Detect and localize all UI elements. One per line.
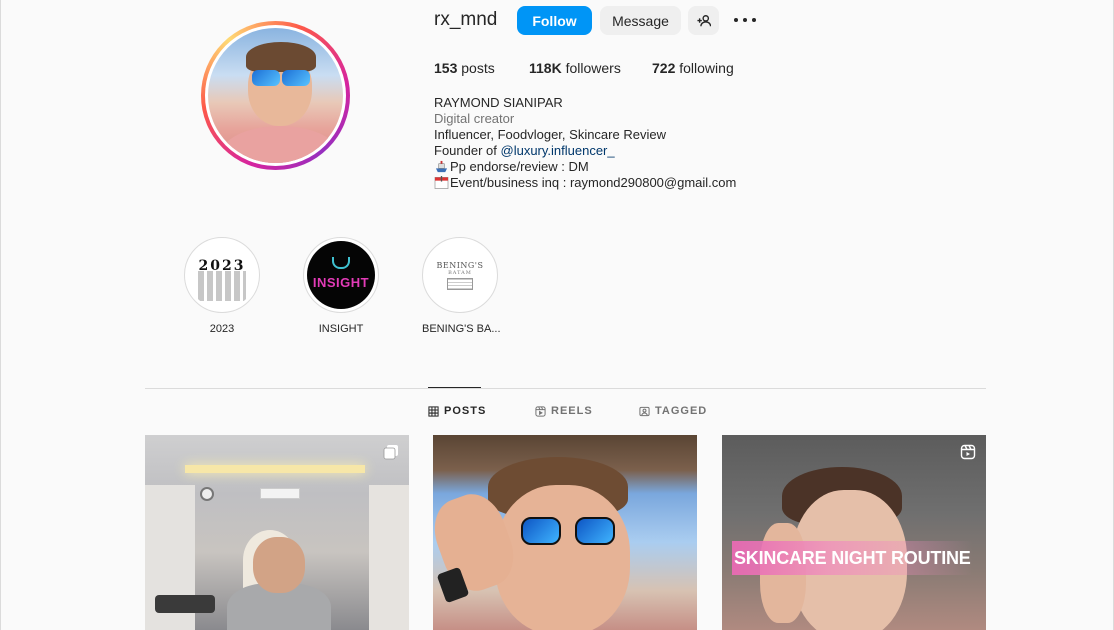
following-count-label: following <box>679 60 734 76</box>
active-tab-indicator <box>428 387 481 388</box>
tab-label: TAGGED <box>655 405 708 417</box>
bio-line: Influencer, Foodvloger, Skincare Review <box>434 127 666 142</box>
grid-icon <box>428 405 439 417</box>
highlight-cover-subtext: BATAM <box>448 269 472 276</box>
carousel-icon <box>383 445 398 460</box>
highlight-cover: INSIGHT <box>307 241 375 309</box>
bio-founder-line: Founder of @luxury.influencer_ <box>434 143 736 159</box>
highlight-cover-text: INSIGHT <box>312 274 370 290</box>
founder-prefix: Founder of <box>434 143 501 158</box>
bio-line: Event/business inq : raymond290800@gmail… <box>434 175 736 191</box>
calendar-grid-graphic <box>198 271 246 301</box>
calendar-emoji-icon <box>434 176 449 189</box>
more-options-button[interactable] <box>734 11 756 29</box>
cocktail-glass-icon <box>332 256 350 269</box>
highlight-ring: 2023 <box>184 237 260 313</box>
bio-line: Pp endorse/review : DM <box>434 159 736 175</box>
tab-posts[interactable]: POSTS <box>428 405 486 417</box>
highlight-ring: BENING'S BATAM <box>422 237 498 313</box>
tab-label: POSTS <box>444 405 487 417</box>
highlight-ring: INSIGHT <box>303 237 379 313</box>
reel-thumbnail[interactable]: SKINCARE NIGHT ROUTINE <box>722 435 986 630</box>
avatar-inner <box>205 25 346 166</box>
tab-label: REELS <box>551 405 593 417</box>
bio-endorse-text: Pp endorse/review : DM <box>450 159 589 174</box>
highlight-benings[interactable]: BENING'S BATAM BENING'S BA... <box>422 237 501 335</box>
highlight-2023[interactable]: 2023 2023 <box>184 237 260 335</box>
follow-button[interactable]: Follow <box>517 6 592 35</box>
profile-avatar[interactable] <box>201 21 350 170</box>
more-dot-icon <box>752 18 756 22</box>
followers-count-value: 118K <box>529 60 562 76</box>
highlight-label: INSIGHT <box>318 323 364 335</box>
post-thumbnail[interactable] <box>145 435 409 630</box>
highlight-insight[interactable]: INSIGHT INSIGHT <box>303 237 379 335</box>
message-button[interactable]: Message <box>600 6 681 35</box>
profile-full-name: RAYMOND SIANIPAR <box>434 95 563 110</box>
suggest-user-button[interactable] <box>688 6 719 35</box>
posts-count-label: posts <box>461 60 495 76</box>
profile-bio: RAYMOND SIANIPAR Digital creator Influen… <box>434 95 736 191</box>
more-dot-icon <box>743 18 747 22</box>
more-dot-icon <box>734 18 738 22</box>
highlight-label: 2023 <box>209 323 235 335</box>
tab-reels[interactable]: REELS <box>535 405 593 417</box>
followers-link[interactable]: 118K followers <box>529 60 621 76</box>
profile-username: rx_mnd <box>434 9 498 30</box>
post-thumbnail[interactable] <box>433 435 697 630</box>
founder-mention-link[interactable]: @luxury.influencer_ <box>501 143 615 158</box>
storefront-graphic <box>447 277 473 290</box>
wall-clock-graphic <box>200 487 214 501</box>
following-link[interactable]: 722 following <box>652 60 734 76</box>
reel-icon <box>960 444 976 460</box>
bio-contact-text: Event/business inq : raymond290800@gmail… <box>450 175 737 190</box>
add-person-icon <box>696 14 711 26</box>
tab-tagged[interactable]: TAGGED <box>639 405 707 417</box>
posts-count-value: 153 <box>434 60 458 76</box>
highlight-cover-text: BENING'S <box>436 260 484 270</box>
reels-icon <box>535 405 546 417</box>
following-count-value: 722 <box>652 60 676 76</box>
posts-count: 153 posts <box>434 60 495 76</box>
highlight-cover: BENING'S BATAM <box>426 241 494 309</box>
profile-category: Digital creator <box>434 111 515 126</box>
highlight-cover: 2023 <box>188 241 256 309</box>
avatar-photo <box>208 28 343 163</box>
followers-count-label: followers <box>565 60 621 76</box>
tabs-divider <box>145 388 986 389</box>
ship-emoji-icon <box>435 160 448 173</box>
tagged-icon <box>639 406 650 416</box>
highlight-label: BENING'S BA... <box>422 323 501 335</box>
reel-caption-overlay: SKINCARE NIGHT ROUTINE <box>732 541 973 575</box>
